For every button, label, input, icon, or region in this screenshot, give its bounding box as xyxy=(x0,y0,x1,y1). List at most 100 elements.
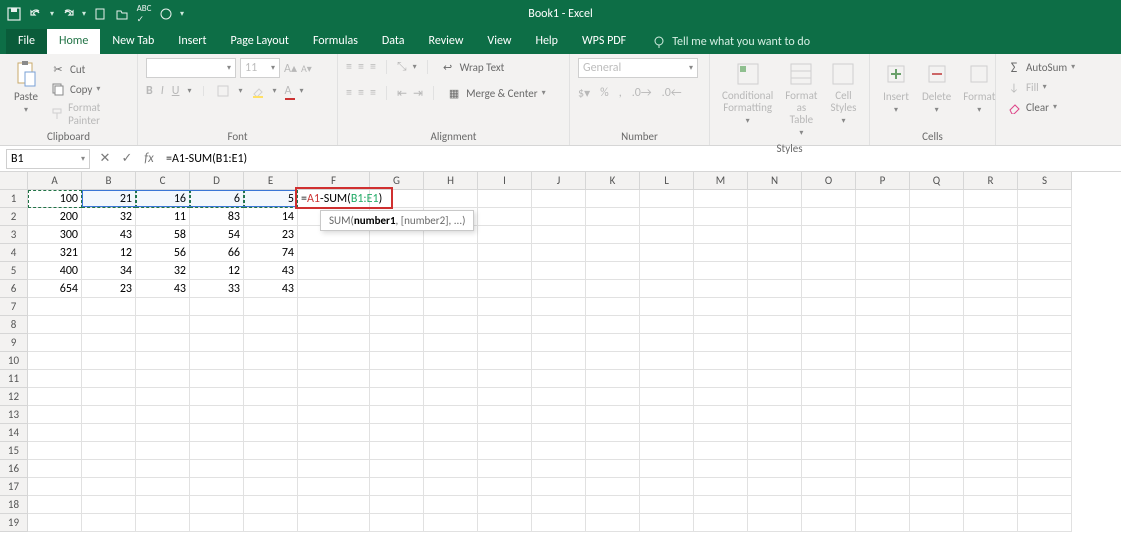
cell[interactable] xyxy=(910,478,964,496)
cell[interactable] xyxy=(244,406,298,424)
cell[interactable] xyxy=(82,478,136,496)
tab-home[interactable]: Home xyxy=(47,29,100,54)
cell[interactable] xyxy=(28,334,82,352)
cell[interactable] xyxy=(964,226,1018,244)
cell[interactable] xyxy=(586,244,640,262)
increase-font-icon[interactable]: A▴ xyxy=(284,61,297,76)
cell[interactable] xyxy=(478,388,532,406)
cell[interactable] xyxy=(190,334,244,352)
cell[interactable] xyxy=(586,460,640,478)
cell[interactable] xyxy=(640,190,694,208)
cell[interactable] xyxy=(910,298,964,316)
cell[interactable] xyxy=(478,442,532,460)
cell[interactable] xyxy=(1018,514,1072,532)
cell[interactable] xyxy=(694,424,748,442)
cell[interactable] xyxy=(856,352,910,370)
cell[interactable] xyxy=(136,514,190,532)
cell[interactable] xyxy=(1018,442,1072,460)
cell[interactable] xyxy=(190,370,244,388)
cell[interactable] xyxy=(478,424,532,442)
cell[interactable] xyxy=(28,370,82,388)
row-header[interactable]: 4 xyxy=(0,244,28,262)
cell[interactable] xyxy=(694,244,748,262)
cell[interactable] xyxy=(298,406,370,424)
tab-data[interactable]: Data xyxy=(370,29,417,54)
cell[interactable] xyxy=(964,406,1018,424)
cell[interactable] xyxy=(586,442,640,460)
cell[interactable] xyxy=(694,226,748,244)
cell[interactable] xyxy=(910,244,964,262)
cell[interactable] xyxy=(1018,316,1072,334)
cell[interactable] xyxy=(136,406,190,424)
cell[interactable] xyxy=(1018,280,1072,298)
cell[interactable] xyxy=(532,244,586,262)
cell[interactable] xyxy=(478,226,532,244)
cell[interactable] xyxy=(82,514,136,532)
cell[interactable] xyxy=(424,442,478,460)
align-middle-icon[interactable]: ≡ xyxy=(358,60,364,74)
cell[interactable] xyxy=(424,334,478,352)
formula-input[interactable]: =A1-SUM(B1:E1) xyxy=(160,152,1121,166)
cell[interactable] xyxy=(424,406,478,424)
cell[interactable] xyxy=(856,406,910,424)
cell[interactable] xyxy=(424,424,478,442)
name-box[interactable]: B1▾ xyxy=(6,149,90,169)
cell[interactable] xyxy=(694,370,748,388)
cell[interactable] xyxy=(370,316,424,334)
cell[interactable] xyxy=(1018,406,1072,424)
cell[interactable]: 32 xyxy=(136,262,190,280)
italic-button[interactable]: I xyxy=(161,84,164,98)
cell[interactable] xyxy=(694,190,748,208)
cell[interactable]: 23 xyxy=(244,226,298,244)
qat-customize-icon[interactable]: ▾ xyxy=(180,9,184,19)
cell[interactable] xyxy=(802,280,856,298)
row-header[interactable]: 8 xyxy=(0,316,28,334)
cell[interactable] xyxy=(802,406,856,424)
cell[interactable] xyxy=(532,478,586,496)
cell[interactable] xyxy=(802,496,856,514)
fill-color-icon[interactable] xyxy=(251,84,265,98)
cell[interactable] xyxy=(424,298,478,316)
cell[interactable] xyxy=(298,352,370,370)
cell[interactable] xyxy=(1018,190,1072,208)
cell[interactable] xyxy=(586,262,640,280)
cell[interactable] xyxy=(298,496,370,514)
cell[interactable] xyxy=(640,280,694,298)
cell[interactable] xyxy=(802,442,856,460)
cell[interactable] xyxy=(964,190,1018,208)
cell[interactable] xyxy=(694,442,748,460)
column-header[interactable]: L xyxy=(640,172,694,190)
cell[interactable] xyxy=(82,406,136,424)
cell[interactable] xyxy=(910,514,964,532)
cell[interactable] xyxy=(370,460,424,478)
cell[interactable] xyxy=(1018,352,1072,370)
cell[interactable] xyxy=(82,352,136,370)
cell[interactable] xyxy=(532,298,586,316)
undo-icon[interactable] xyxy=(28,6,44,22)
cell[interactable] xyxy=(748,280,802,298)
touch-mode-icon[interactable] xyxy=(158,6,174,22)
cell[interactable] xyxy=(424,496,478,514)
row-header[interactable]: 2 xyxy=(0,208,28,226)
cell[interactable] xyxy=(244,424,298,442)
cell[interactable] xyxy=(856,370,910,388)
cell[interactable] xyxy=(910,316,964,334)
cell[interactable] xyxy=(910,262,964,280)
cell[interactable] xyxy=(28,352,82,370)
orientation-icon[interactable]: ⤡ xyxy=(397,60,407,74)
column-header[interactable]: A xyxy=(28,172,82,190)
tab-view[interactable]: View xyxy=(475,29,523,54)
cell[interactable] xyxy=(910,370,964,388)
cancel-formula-button[interactable]: ✕ xyxy=(94,151,116,166)
cell[interactable] xyxy=(910,208,964,226)
decrease-indent-icon[interactable]: ⇤ xyxy=(397,86,407,101)
cell[interactable] xyxy=(1018,244,1072,262)
cell[interactable] xyxy=(532,316,586,334)
cell[interactable] xyxy=(802,388,856,406)
cell[interactable] xyxy=(748,226,802,244)
cell[interactable] xyxy=(82,316,136,334)
cell[interactable] xyxy=(136,496,190,514)
cell[interactable] xyxy=(244,352,298,370)
cell[interactable] xyxy=(802,244,856,262)
cell[interactable] xyxy=(910,190,964,208)
